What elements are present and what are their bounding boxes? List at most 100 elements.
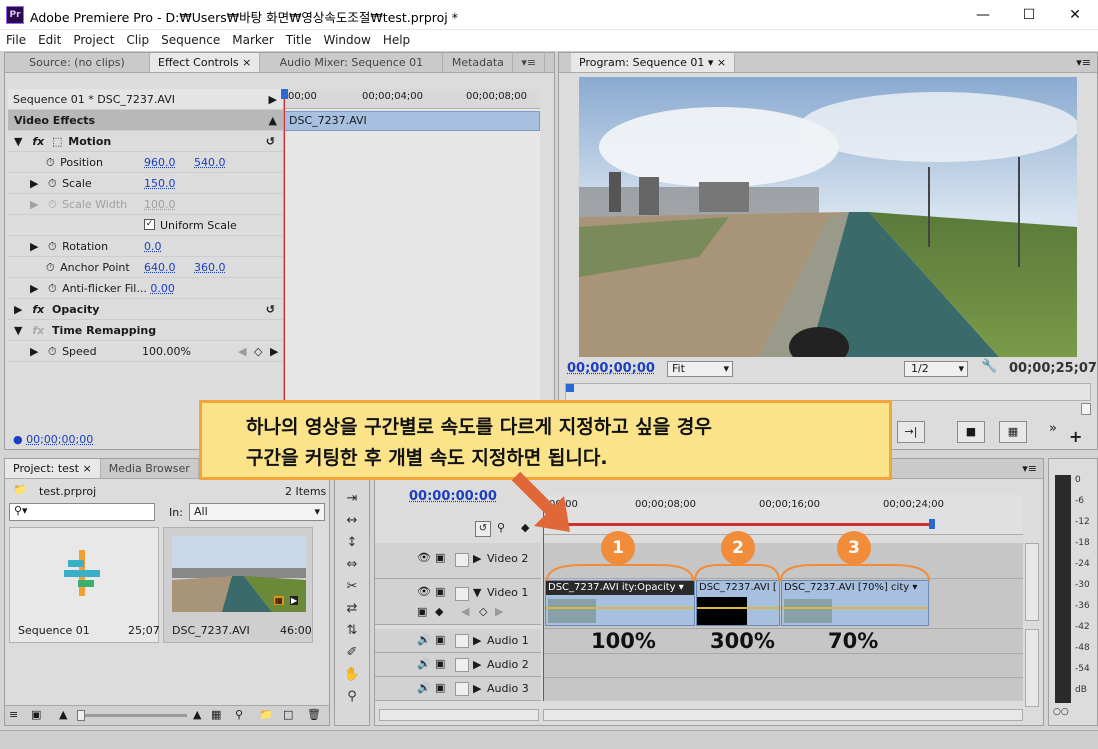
new-item-icon[interactable]: □ [283, 708, 293, 721]
tab-close-icon[interactable]: × [717, 56, 726, 69]
uniform-scale-checkbox[interactable]: ✓ [144, 219, 155, 230]
opacity-row[interactable]: ▶ fx Opacity ↺ [8, 299, 283, 320]
automate-icon[interactable]: ▦ [211, 708, 221, 721]
thumbnail-zoom-slider[interactable] [77, 710, 187, 721]
timeline-ruler[interactable]: 00;00 00;00;08;00 00;00;16;00 00;00;24;0… [543, 495, 1023, 535]
project-search-input[interactable]: ⚲▾ [9, 503, 155, 521]
eye-icon[interactable]: 👁 [417, 551, 431, 564]
menu-title[interactable]: Title [280, 30, 318, 51]
stopwatch-icon[interactable]: ⏱ [42, 282, 57, 295]
time-remapping-row[interactable]: ▼ fx Time Remapping [8, 320, 283, 341]
rolling-edit-tool-icon[interactable]: ↕ [341, 533, 363, 553]
effect-timecode-value[interactable]: 00;00;00;00 [26, 433, 93, 446]
expand-right-icon[interactable]: ▶ [8, 177, 38, 190]
next-keyframe-icon[interactable]: ▶ [495, 605, 503, 618]
pen-tool-icon[interactable]: ✐ [341, 643, 363, 663]
opacity-line[interactable] [782, 607, 928, 609]
video-scrollbar[interactable] [1025, 543, 1039, 621]
snap-icon[interactable]: ↺ [475, 521, 491, 537]
speed-value[interactable]: 100.00% [142, 341, 191, 362]
sync-lock-icon[interactable]: ▣ [435, 633, 445, 646]
ripple-edit-tool-icon[interactable]: ↔ [341, 511, 363, 531]
export-frame-button[interactable]: ▦ [999, 421, 1027, 443]
program-scrubber[interactable] [565, 383, 1091, 401]
find-icon[interactable]: ⚲ [235, 708, 243, 721]
lock-track-icon[interactable] [455, 682, 469, 696]
zoom-out-icon[interactable]: ▲ [59, 708, 67, 721]
minimize-icon[interactable]: — [960, 0, 1006, 30]
tab-close-icon[interactable]: × [82, 462, 91, 475]
menu-window[interactable]: Window [317, 30, 376, 51]
menu-sequence[interactable]: Sequence [155, 30, 226, 51]
expand-right-icon[interactable]: ▶ [8, 345, 38, 358]
menu-help[interactable]: Help [377, 30, 416, 51]
position-y-value[interactable]: 540.0 [194, 152, 226, 173]
next-keyframe-icon[interactable]: ▶ [270, 341, 278, 362]
zoom-tool-icon[interactable]: ⚲ [341, 687, 363, 707]
expand-right-icon[interactable]: ▶ [473, 634, 481, 647]
expand-right-icon[interactable]: ▶ [473, 682, 481, 695]
zoom-handle[interactable] [1081, 403, 1091, 415]
rate-stretch-tool-icon[interactable]: ⇔ [341, 555, 363, 575]
expand-down-icon[interactable]: ▼ [473, 586, 481, 599]
razor-tool-icon[interactable]: ✂ [341, 577, 363, 597]
lock-track-icon[interactable] [455, 587, 469, 601]
panel-menu-icon[interactable]: ▾≡ [1076, 56, 1091, 69]
speaker-icon[interactable]: 🔊 [417, 681, 431, 694]
stopwatch-icon[interactable]: ⏱ [42, 177, 57, 190]
opacity-line[interactable] [546, 607, 694, 609]
panel-menu-icon[interactable]: ▾≡ [513, 53, 546, 72]
maximize-icon[interactable]: ☐ [1006, 0, 1052, 30]
prev-keyframe-icon[interactable]: ◀ [238, 341, 246, 362]
effect-timecode[interactable]: ● 00;00;00;00 [13, 433, 93, 446]
expand-right-icon[interactable]: ▶ [473, 552, 481, 565]
sync-lock-icon[interactable]: ▣ [435, 551, 445, 564]
add-keyframe-icon[interactable]: ◇ [479, 605, 487, 618]
timeline-timecode[interactable]: 00:00:00:00 [409, 489, 497, 504]
work-area-end-handle[interactable] [929, 519, 935, 529]
menu-clip[interactable]: Clip [120, 30, 155, 51]
stopwatch-icon[interactable]: ⏱ [42, 240, 57, 253]
icon-view-icon[interactable]: ▣ [31, 708, 41, 721]
anchor-y-value[interactable]: 360.0 [194, 257, 226, 278]
work-area-bar[interactable] [543, 523, 933, 526]
menu-edit[interactable]: Edit [32, 30, 67, 51]
anchor-x-value[interactable]: 640.0 [144, 257, 176, 278]
anti-flicker-value[interactable]: 0.00 [150, 282, 175, 295]
lock-track-icon[interactable] [455, 634, 469, 648]
stopwatch-icon[interactable]: ⏱ [8, 156, 55, 169]
slider-thumb[interactable] [77, 710, 85, 721]
tab-close-icon[interactable]: × [242, 56, 251, 69]
sync-lock-icon[interactable]: ▣ [435, 657, 445, 670]
sync-lock-icon[interactable]: ▣ [435, 585, 445, 598]
tab-media-browser[interactable]: Media Browser [101, 459, 199, 478]
effect-clip-bar[interactable]: DSC_7237.AVI [284, 111, 540, 131]
lock-track-icon[interactable] [455, 553, 469, 567]
expand-right-icon[interactable]: ▶ [8, 303, 22, 316]
expand-down-icon[interactable]: ▼ [8, 324, 22, 337]
expand-right-icon[interactable]: ▶ [473, 658, 481, 671]
add-button-icon[interactable]: + [1069, 427, 1082, 446]
tab-program[interactable]: Program: Sequence 01 ▾ × [571, 53, 736, 72]
lock-track-icon[interactable] [455, 658, 469, 672]
in-dropdown[interactable]: All ▾ [189, 503, 325, 521]
timeline-clip-3[interactable]: DSC_7237.AVI [70%] city ▾ [781, 580, 929, 626]
bin-sequence[interactable]: Sequence 01 25;07 [9, 527, 160, 643]
timeline-clip-2[interactable]: DSC_7237.AVI [ [696, 580, 780, 626]
tab-audio-mixer[interactable]: Audio Mixer: Sequence 01 [260, 53, 444, 72]
play-arrow-icon[interactable]: ▶ [269, 89, 277, 110]
extract-button[interactable]: →| [897, 421, 925, 443]
tab-project[interactable]: Project: test × [5, 459, 101, 478]
panel-menu-icon[interactable]: ▾≡ [1022, 462, 1037, 475]
collapse-up-icon[interactable]: ▲ [269, 110, 277, 131]
reset-icon[interactable]: ↺ [266, 299, 275, 320]
stopwatch-icon[interactable]: ⏱ [42, 345, 57, 358]
fit-dropdown[interactable]: Fit ▾ [667, 361, 733, 377]
menu-file[interactable]: File [0, 30, 32, 51]
expand-down-icon[interactable]: ▼ [8, 135, 22, 148]
menu-marker[interactable]: Marker [226, 30, 279, 51]
menu-project[interactable]: Project [67, 30, 120, 51]
display-style-icon[interactable]: ▣ [417, 605, 427, 618]
eye-icon[interactable]: 👁 [417, 585, 431, 598]
header-h-scrollbar[interactable] [379, 709, 539, 721]
